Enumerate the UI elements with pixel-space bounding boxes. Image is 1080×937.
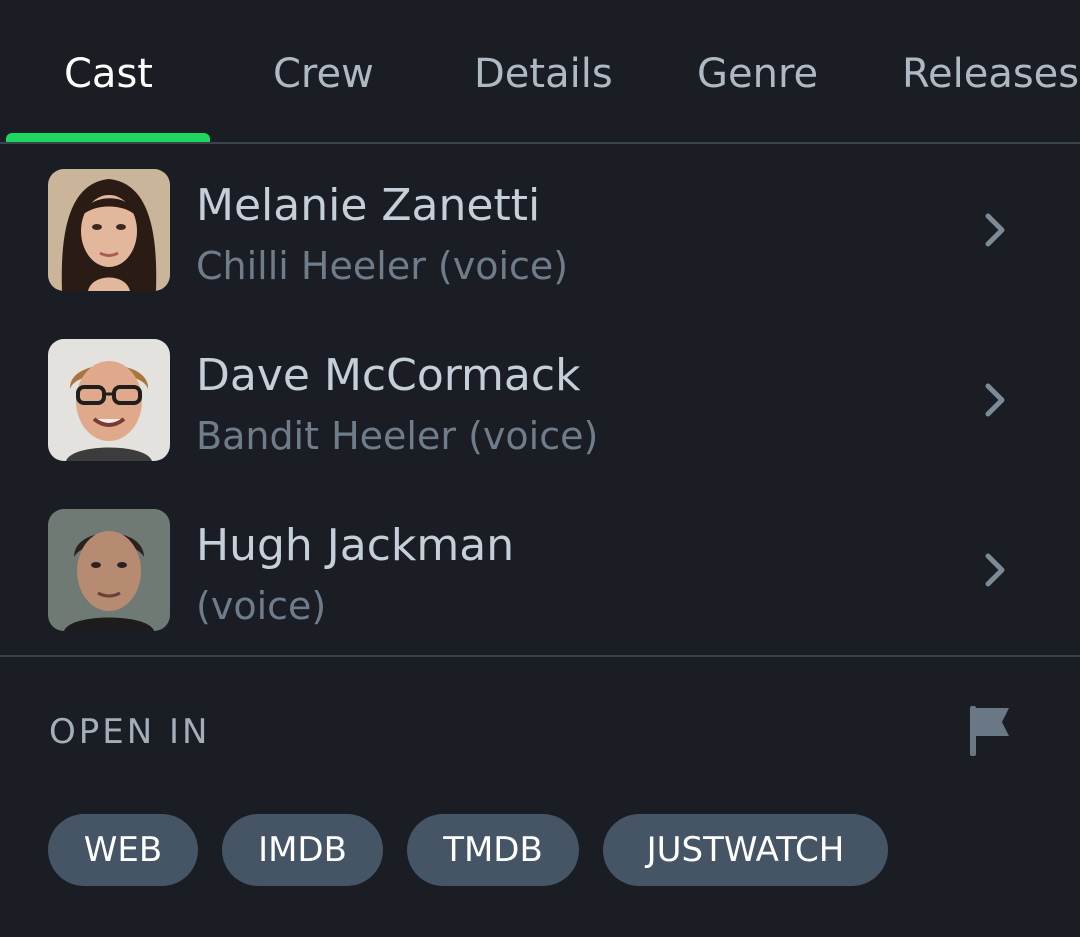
cast-row[interactable]: Dave McCormack Bandit Heeler (voice) xyxy=(0,314,1080,484)
cast-role: (voice) xyxy=(196,584,327,628)
chevron-right-icon xyxy=(980,380,1010,420)
open-in-web-button[interactable]: WEB xyxy=(48,814,198,886)
tab-crew[interactable]: Crew xyxy=(273,50,374,98)
cast-name: Dave McCormack xyxy=(196,350,581,401)
tab-details[interactable]: Details xyxy=(474,50,613,98)
cast-role: Chilli Heeler (voice) xyxy=(196,244,569,288)
chevron-right-icon xyxy=(980,550,1010,590)
flag-icon[interactable] xyxy=(962,700,1018,760)
section-divider xyxy=(0,655,1080,657)
open-in-heading: OPEN IN xyxy=(49,712,211,752)
open-in-justwatch-button[interactable]: JUSTWATCH xyxy=(603,814,888,886)
avatar xyxy=(48,509,170,631)
tab-genre[interactable]: Genre xyxy=(697,50,818,98)
open-in-tmdb-button[interactable]: TMDB xyxy=(407,814,579,886)
avatar xyxy=(48,169,170,291)
avatar xyxy=(48,339,170,461)
open-in-imdb-button[interactable]: IMDB xyxy=(222,814,383,886)
cast-name: Hugh Jackman xyxy=(196,520,515,571)
chevron-right-icon xyxy=(980,210,1010,250)
cast-name: Melanie Zanetti xyxy=(196,180,541,231)
tab-releases[interactable]: Releases xyxy=(902,50,1079,98)
cast-row[interactable]: Melanie Zanetti Chilli Heeler (voice) xyxy=(0,144,1080,314)
cast-row[interactable]: Hugh Jackman (voice) xyxy=(0,484,1080,654)
cast-role: Bandit Heeler (voice) xyxy=(196,414,599,458)
tab-cast[interactable]: Cast xyxy=(64,50,153,98)
cast-list: Melanie Zanetti Chilli Heeler (voice) Da… xyxy=(0,144,1080,655)
tab-bar: Cast Crew Details Genre Releases xyxy=(0,0,1080,144)
